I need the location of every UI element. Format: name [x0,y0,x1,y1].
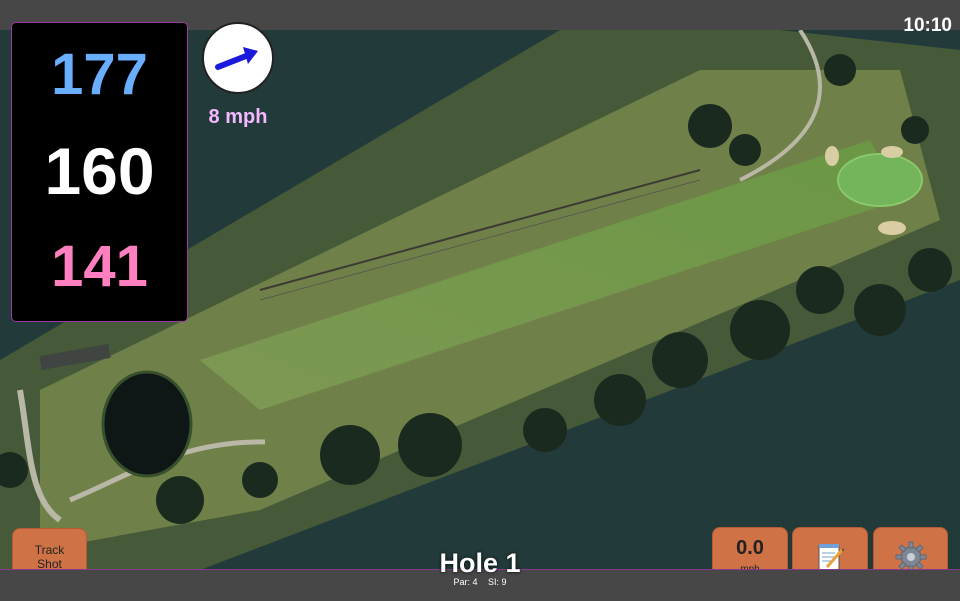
front-distance: 141 [51,234,148,299]
wind-direction-arrow-icon [215,47,258,70]
hole-par: Par: 4 [453,577,478,587]
back-distance: 177 [51,42,148,107]
wind-speed: 8 mph [208,106,268,128]
hole-info: Par: 4 SI: 9 [380,577,580,587]
distance-panel: 177 160 141 [11,22,188,322]
middle-distance: 160 [44,134,155,208]
speed-value: 0.0 [736,537,764,559]
hole-stroke-index: SI: 9 [488,577,507,587]
clock: 10:10 [903,15,952,36]
track-shot-label: Track Shot [34,543,65,571]
wind-dial [202,22,274,94]
hole-title: Hole 1 [439,548,521,578]
